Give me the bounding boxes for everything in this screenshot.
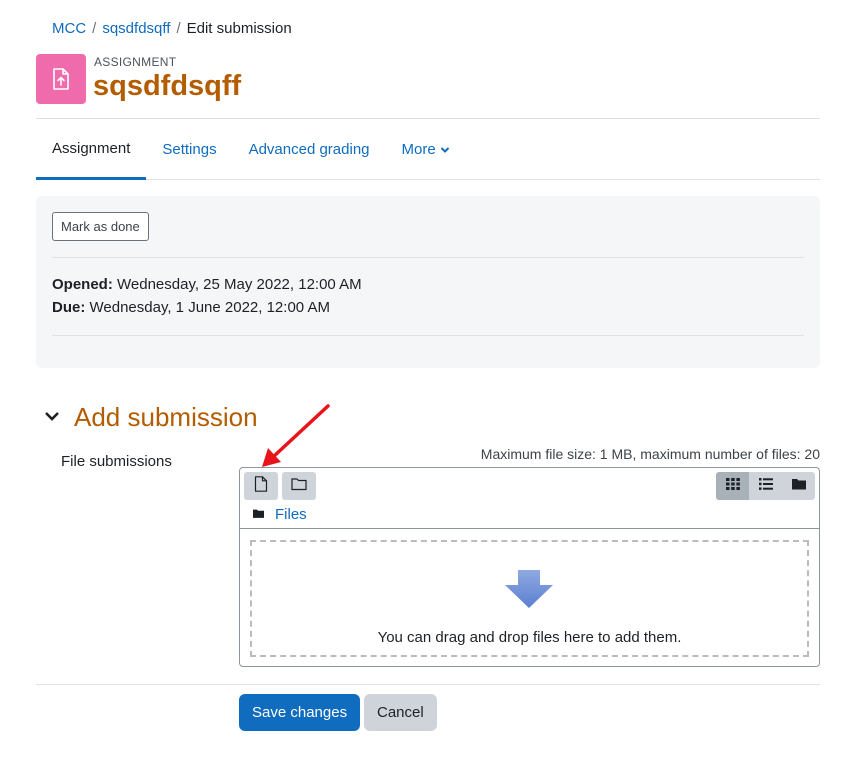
- create-folder-button[interactable]: [282, 472, 316, 500]
- divider: [240, 528, 819, 529]
- list-icon: [758, 477, 774, 495]
- view-icons-button[interactable]: [716, 472, 749, 500]
- file-upload-icon: [36, 54, 86, 104]
- tab-label: Advanced grading: [248, 141, 370, 158]
- file-submissions-label: File submissions: [61, 453, 172, 470]
- due-label: Due:: [52, 299, 86, 316]
- opened-label: Opened:: [52, 276, 113, 293]
- opened-value: Wednesday, 25 May 2022, 12:00 AM: [117, 276, 362, 293]
- divider: [52, 335, 804, 336]
- breadcrumb: MCC / sqsdfdsqff / Edit submission: [52, 20, 292, 37]
- arrow-down-icon: [504, 569, 554, 613]
- add-file-button[interactable]: [244, 472, 278, 500]
- breadcrumb-separator: /: [92, 20, 97, 37]
- divider: [36, 684, 820, 685]
- breadcrumb-separator: /: [176, 20, 181, 37]
- secondary-navigation: Assignment Settings Advanced grading Mor…: [36, 118, 820, 180]
- tab-label: Settings: [162, 141, 217, 158]
- tab-assignment[interactable]: Assignment: [36, 119, 147, 180]
- tab-label: Assignment: [52, 139, 131, 157]
- opened-date: Opened: Wednesday, 25 May 2022, 12:00 AM: [52, 276, 362, 293]
- folder-outline-icon: [291, 477, 307, 495]
- activity-information: Mark as done Opened: Wednesday, 25 May 2…: [36, 196, 820, 368]
- breadcrumb-link-course[interactable]: MCC: [52, 20, 86, 37]
- view-switcher: [716, 472, 815, 500]
- mark-as-done-button[interactable]: Mark as done: [52, 212, 149, 241]
- file-path: Files: [252, 506, 307, 523]
- folder-icon: [252, 506, 265, 523]
- chevron-down-icon: [440, 146, 450, 154]
- view-list-button[interactable]: [749, 472, 782, 500]
- tab-label: More: [401, 141, 436, 158]
- section-title: Add submission: [74, 402, 258, 432]
- cancel-button[interactable]: Cancel: [364, 694, 437, 731]
- breadcrumb-current: Edit submission: [186, 20, 292, 37]
- folder-icon: [791, 477, 807, 495]
- files-root-link[interactable]: Files: [275, 506, 307, 523]
- tab-settings[interactable]: Settings: [146, 119, 232, 180]
- due-value: Wednesday, 1 June 2022, 12:00 AM: [89, 299, 330, 316]
- module-type-label: ASSIGNMENT: [94, 55, 177, 69]
- breadcrumb-link-activity[interactable]: sqsdfdsqff: [102, 20, 170, 37]
- page-title: sqsdfdsqff: [93, 70, 242, 102]
- file-limits-text: Maximum file size: 1 MB, maximum number …: [480, 446, 820, 462]
- tab-more[interactable]: More: [386, 119, 466, 180]
- chevron-down-icon[interactable]: [44, 409, 60, 426]
- drop-zone[interactable]: You can drag and drop files here to add …: [250, 540, 809, 657]
- view-tree-button[interactable]: [782, 472, 815, 500]
- divider: [52, 257, 804, 258]
- grid-icon: [725, 477, 741, 495]
- file-icon: [254, 476, 268, 496]
- add-submission-header[interactable]: Add submission: [44, 402, 258, 433]
- due-date: Due: Wednesday, 1 June 2022, 12:00 AM: [52, 299, 330, 316]
- tab-advanced-grading[interactable]: Advanced grading: [233, 119, 386, 180]
- drop-zone-text: You can drag and drop files here to add …: [377, 629, 682, 646]
- file-manager: Files You can drag and drop files here t…: [239, 467, 820, 667]
- save-changes-button[interactable]: Save changes: [239, 694, 361, 731]
